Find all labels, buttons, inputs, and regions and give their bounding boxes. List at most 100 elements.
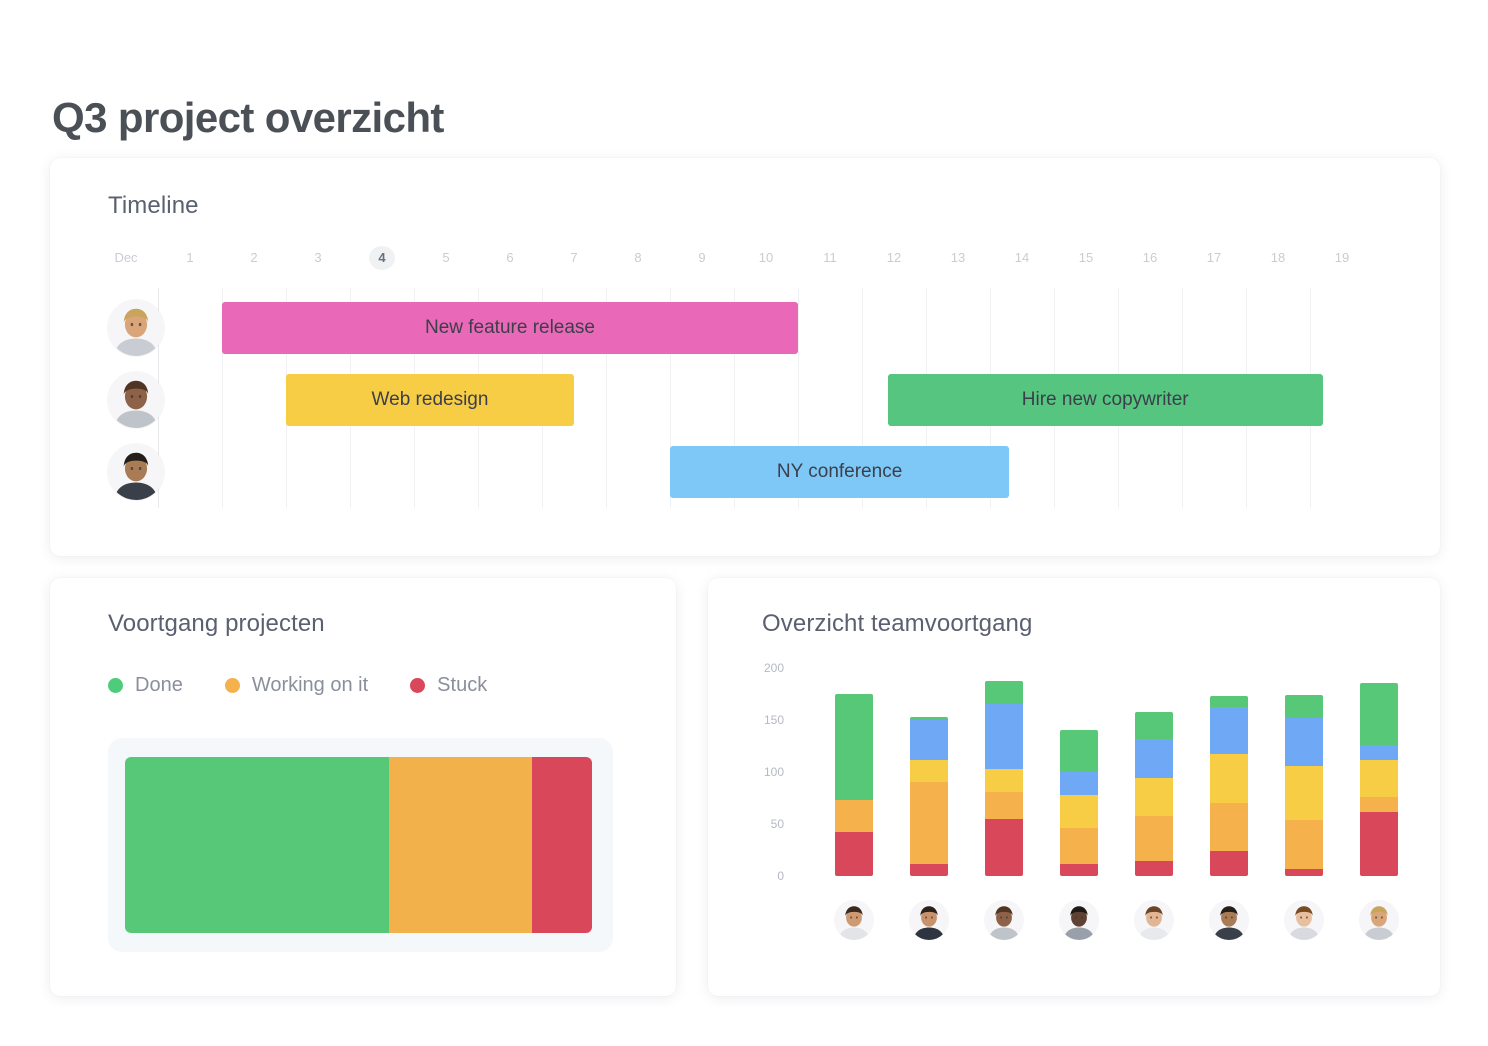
chart-bar-segment [984, 704, 1023, 769]
chart-bar-segment [1359, 759, 1398, 797]
legend-label: Working on it [251, 674, 369, 696]
avatar-man-beard-icon[interactable] [108, 444, 164, 500]
app-root: Q3 project overzicht Timeline Dec 1 2 3 4 5 6 7… [0, 0, 1488, 1046]
chart-stacked-bar[interactable] [834, 694, 873, 876]
chart-stacked-bar[interactable] [1209, 696, 1248, 876]
chart-bar-segment [909, 782, 948, 864]
chart-avatar-icon[interactable] [1283, 900, 1324, 940]
timeline-date-6[interactable]: 6 [497, 246, 523, 270]
chart-bar-segment [834, 800, 873, 833]
chart-bar-segment [909, 863, 948, 876]
timeline-title: Timeline [108, 192, 199, 219]
chart-bar-segment [1284, 717, 1323, 766]
timeline-date-8[interactable]: 8 [625, 246, 651, 270]
chart-avatar-icon[interactable] [1058, 900, 1099, 940]
chart-bar-segment [1209, 754, 1248, 804]
chart-bar-segment [1209, 803, 1248, 852]
chart-bar-segment [1284, 819, 1323, 869]
timeline-row: NY conference [108, 436, 1388, 508]
team-chart: 0 50 100 150 200 [748, 661, 1408, 968]
chart-stacked-bar[interactable] [1134, 711, 1173, 876]
legend-dot-icon [410, 678, 426, 693]
chart-bar-segment [834, 694, 873, 801]
avatar-woman-blonde-icon[interactable] [108, 372, 164, 428]
chart-avatar-icon[interactable] [983, 900, 1024, 940]
chart-bar-segment [1284, 695, 1323, 718]
timeline-date-14[interactable]: 14 [1009, 246, 1035, 270]
chart-bar-segment [1134, 778, 1173, 816]
chart-stacked-bar[interactable] [1059, 730, 1098, 876]
chart-stacked-bar[interactable] [909, 716, 948, 876]
progress-card: Voortgang projecten Done Working on it Stu… [50, 578, 676, 996]
timeline-row: New feature release [108, 292, 1388, 364]
timeline-date-9[interactable]: 9 [689, 246, 715, 270]
team-title: Overzicht teamvoortgang [762, 610, 1033, 637]
legend-dot-icon [108, 678, 123, 693]
chart-bar-segment [1134, 711, 1173, 739]
timeline-date-15[interactable]: 15 [1073, 246, 1099, 270]
chart-bar-segment [1209, 696, 1248, 707]
timeline-date-4[interactable]: 4 [369, 246, 395, 270]
progress-segment-stuck[interactable] [532, 757, 592, 933]
timeline-card: Timeline Dec 1 2 3 4 5 6 7 8 9 10 11 12 13 14 15 16 17 18 1… [50, 158, 1440, 556]
timeline-task-bar[interactable]: Web redesign [286, 374, 574, 426]
timeline-task-bar[interactable]: Hire new copywriter [887, 374, 1323, 426]
progress-segment-done[interactable] [125, 757, 390, 933]
timeline-rows: New feature release Web redesign Hire new … [108, 288, 1388, 508]
timeline-date-19[interactable]: 19 [1329, 246, 1355, 270]
progress-battery [108, 738, 613, 952]
legend-item-done[interactable]: Done [108, 674, 183, 697]
chart-avatar-icon[interactable] [908, 900, 949, 940]
timeline-date-11[interactable]: 11 [817, 246, 843, 270]
chart-bar-segment [984, 768, 1023, 792]
timeline-date-13[interactable]: 13 [945, 246, 971, 270]
chart-bar-segment [1359, 745, 1398, 760]
legend-item-stuck[interactable]: Stuck [410, 674, 487, 697]
chart-bar-segment [1059, 794, 1098, 829]
chart-y-tick: 150 [763, 713, 784, 727]
chart-bar-segment [1059, 828, 1098, 864]
chart-stacked-bar[interactable] [1284, 695, 1323, 876]
timeline-task-bar[interactable]: NY conference [670, 446, 1010, 498]
chart-avatar-icon[interactable] [1208, 900, 1249, 940]
progress-segment-working-on-it[interactable] [389, 757, 533, 933]
chart-stacked-bar[interactable] [984, 680, 1023, 876]
timeline-task-bar[interactable]: New feature release [222, 302, 798, 354]
progress-battery-fill [125, 757, 592, 933]
team-card: Overzicht teamvoortgang 0 50 100 150 200 [708, 578, 1440, 996]
timeline-date-dec[interactable]: Dec [113, 246, 139, 270]
chart-bar-segment [834, 832, 873, 876]
chart-avatar-icon[interactable] [1358, 900, 1399, 940]
timeline-date-5[interactable]: 5 [433, 246, 459, 270]
chart-bar-segment [1359, 811, 1398, 876]
timeline-row: Web redesign Hire new copywriter [108, 364, 1388, 436]
timeline-date-2[interactable]: 2 [241, 246, 267, 270]
chart-bar-segment [984, 680, 1023, 705]
legend-item-working-on-it[interactable]: Working on it [224, 674, 369, 697]
chart-bar-segment [1059, 772, 1098, 795]
chart-bar-segment [1209, 851, 1248, 876]
progress-title: Voortgang projecten [108, 610, 325, 637]
chart-avatar-icon[interactable] [833, 900, 874, 940]
timeline-date-17[interactable]: 17 [1201, 246, 1227, 270]
page-title: Q3 project overzicht [52, 94, 444, 142]
timeline-date-3[interactable]: 3 [305, 246, 331, 270]
timeline-date-10[interactable]: 10 [753, 246, 779, 270]
chart-stacked-bar[interactable] [1359, 682, 1398, 876]
timeline-date-12[interactable]: 12 [881, 246, 907, 270]
chart-bar-segment [1209, 706, 1248, 755]
timeline-date-7[interactable]: 7 [561, 246, 587, 270]
chart-avatar-icon[interactable] [1133, 900, 1174, 940]
legend-label: Stuck [437, 674, 488, 696]
timeline-date-18[interactable]: 18 [1265, 246, 1291, 270]
timeline-date-16[interactable]: 16 [1137, 246, 1163, 270]
legend-label: Done [135, 674, 183, 696]
avatar-woman-long-hair-icon[interactable] [108, 300, 164, 356]
chart-bar-segment [1284, 868, 1323, 876]
timeline-date-1[interactable]: 1 [177, 246, 203, 270]
chart-y-tick: 0 [777, 869, 784, 883]
chart-y-tick: 100 [763, 765, 784, 779]
chart-y-tick: 50 [770, 817, 784, 831]
chart-bar-segment [1284, 765, 1323, 820]
team-chart-plot [808, 668, 1408, 876]
